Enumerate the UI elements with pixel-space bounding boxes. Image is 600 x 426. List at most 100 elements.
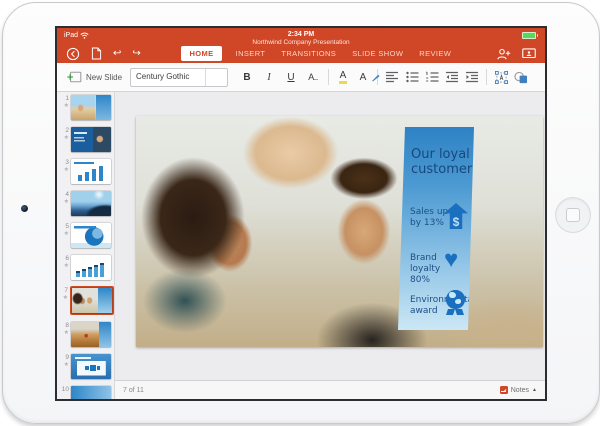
new-file-button[interactable] bbox=[91, 47, 102, 60]
font-selector[interactable]: Century Gothic bbox=[130, 67, 229, 87]
award-ribbon-icon bbox=[455, 309, 464, 315]
numbering-button[interactable] bbox=[422, 71, 442, 83]
thumbnail-art[interactable] bbox=[71, 386, 111, 399]
ribbon-nav: ↩ ↪ HOME INSERT TRANSITIONS SLIDE SHOW R… bbox=[57, 44, 545, 63]
slide-thumbnail-10[interactable]: 10 bbox=[58, 386, 114, 399]
animation-star-icon: ★ bbox=[63, 263, 69, 269]
thumbnail-art[interactable] bbox=[71, 127, 111, 152]
bullet-list-icon bbox=[405, 71, 419, 83]
animation-star-icon: ★ bbox=[62, 295, 68, 301]
new-slide-icon bbox=[67, 71, 82, 83]
thumbnail-art[interactable] bbox=[71, 223, 111, 248]
page-indicator: 7 of 11 bbox=[123, 386, 144, 394]
underline-button[interactable]: U bbox=[280, 72, 302, 83]
slide-thumbnail-6[interactable]: 6 ★ bbox=[58, 255, 114, 280]
thumbnail-art[interactable] bbox=[71, 255, 111, 280]
notes-toggle[interactable]: Notes ▲ bbox=[499, 386, 537, 394]
pen-icon bbox=[371, 74, 380, 81]
thumbnail-art[interactable] bbox=[71, 191, 111, 216]
tab-review[interactable]: REVIEW bbox=[417, 46, 453, 61]
redo-button[interactable]: ↪ bbox=[132, 48, 140, 59]
thumbnail-art[interactable] bbox=[71, 322, 111, 347]
more-font-formatting-button[interactable]: A.. bbox=[302, 72, 324, 82]
status-footer: 7 of 11 Notes ▲ bbox=[115, 380, 545, 399]
thumbnail-art[interactable] bbox=[71, 354, 111, 379]
animation-star-icon: ★ bbox=[63, 167, 69, 173]
highlight-color-button[interactable]: A bbox=[333, 70, 353, 84]
present-button[interactable] bbox=[522, 47, 536, 60]
formatting-toolbar: New Slide Century Gothic B I U A.. A A bbox=[57, 63, 545, 92]
editing-canvas[interactable]: Our loyal customers Sales up by 13% $ Br… bbox=[115, 92, 545, 380]
bold-button[interactable]: B bbox=[236, 72, 258, 83]
tab-home[interactable]: HOME bbox=[181, 46, 222, 61]
font-color-icon: A bbox=[359, 71, 367, 83]
align-button[interactable] bbox=[382, 71, 402, 83]
thumbnail-art[interactable] bbox=[71, 95, 111, 120]
share-people-button[interactable] bbox=[496, 48, 511, 60]
shapes-icon bbox=[514, 71, 528, 83]
slide-thumbnail-9[interactable]: 9 ★ bbox=[58, 354, 114, 379]
toolbar-divider bbox=[486, 69, 488, 85]
slide-thumbnail-8[interactable]: 8 ★ bbox=[58, 322, 114, 347]
slide-thumbnail-5[interactable]: 5 ★ bbox=[58, 223, 114, 248]
home-button-square-icon bbox=[566, 208, 580, 222]
tab-insert[interactable]: INSERT bbox=[234, 46, 268, 61]
thumbnail-art[interactable] bbox=[71, 159, 111, 184]
new-slide-button[interactable]: New Slide bbox=[67, 71, 122, 83]
slide-thumbnail-3[interactable]: 3 ★ bbox=[58, 159, 114, 184]
selected-slide-border bbox=[70, 286, 114, 315]
slide-number: 9 bbox=[65, 354, 69, 361]
slide-number: 5 bbox=[65, 223, 69, 230]
animation-star-icon: ★ bbox=[63, 103, 69, 109]
outdent-button[interactable] bbox=[442, 71, 462, 83]
slide-number: 2 bbox=[65, 127, 69, 134]
slide-text-panel: Our loyal customers Sales up by 13% $ Br… bbox=[398, 127, 474, 330]
new-slide-label: New Slide bbox=[86, 72, 123, 82]
animation-star-icon: ★ bbox=[63, 330, 69, 336]
italic-button[interactable]: I bbox=[258, 72, 280, 83]
tab-slide-show[interactable]: SLIDE SHOW bbox=[350, 46, 405, 61]
slide-number: 1 bbox=[65, 95, 69, 102]
slide-thumbnail-2[interactable]: 2 ★ bbox=[58, 127, 114, 152]
app-header: iPad 2:34 PM Northwind Company Presentat… bbox=[57, 28, 545, 63]
indent-icon bbox=[465, 71, 478, 83]
slide-thumbnail-1[interactable]: 1 ★ bbox=[58, 95, 114, 120]
selection-box-icon bbox=[494, 70, 508, 84]
font-name-value[interactable]: Century Gothic bbox=[131, 69, 205, 86]
slide-number: 3 bbox=[65, 159, 69, 166]
tab-transitions[interactable]: TRANSITIONS bbox=[279, 46, 338, 61]
thumbnail-art[interactable] bbox=[72, 288, 112, 313]
animation-star-icon: ★ bbox=[63, 362, 69, 368]
slide-thumbnail-7-selected[interactable]: 7 ★ bbox=[58, 286, 114, 315]
undo-button[interactable]: ↩ bbox=[113, 48, 121, 59]
slide-thumbnail-panel: 1 ★ 2 ★ 3 ★ 4 ★ 5 ★ 6 ★ 7 ★ 8 ★ 9 ★ 10 bbox=[57, 92, 115, 399]
font-size-value[interactable] bbox=[205, 68, 227, 86]
notes-label: Notes bbox=[510, 386, 530, 394]
notes-collapse-icon: ▲ bbox=[532, 387, 537, 393]
slide-photo bbox=[136, 116, 543, 347]
shapes-button[interactable] bbox=[511, 71, 531, 84]
slide-number: 10 bbox=[61, 386, 69, 393]
bullets-button[interactable] bbox=[402, 71, 422, 83]
slide-number: 7 bbox=[64, 287, 68, 294]
heart-icon: ♥ bbox=[444, 246, 459, 273]
animation-star-icon: ★ bbox=[63, 199, 69, 205]
back-button[interactable] bbox=[66, 47, 80, 61]
globe-award-icon bbox=[446, 290, 465, 309]
screen: iPad 2:34 PM Northwind Company Presentat… bbox=[55, 26, 547, 401]
home-button[interactable] bbox=[555, 197, 591, 233]
slide-thumbnail-4[interactable]: 4 ★ bbox=[58, 191, 114, 216]
slide-title: Our loyal customers bbox=[411, 147, 479, 177]
ipad-device: iPad 2:34 PM Northwind Company Presentat… bbox=[2, 2, 600, 424]
current-slide[interactable]: Our loyal customers Sales up by 13% $ Br… bbox=[136, 116, 543, 347]
indent-button[interactable] bbox=[462, 71, 482, 83]
font-color-button[interactable]: A bbox=[353, 71, 380, 83]
front-camera bbox=[21, 205, 28, 212]
dollar-symbol: $ bbox=[452, 215, 460, 229]
select-textbox-button[interactable] bbox=[491, 70, 511, 84]
notes-icon bbox=[499, 386, 508, 394]
slide-number: 6 bbox=[65, 255, 69, 262]
slide-number: 8 bbox=[65, 322, 69, 329]
clock: 2:34 PM bbox=[287, 31, 315, 38]
highlight-icon: A bbox=[338, 70, 348, 84]
